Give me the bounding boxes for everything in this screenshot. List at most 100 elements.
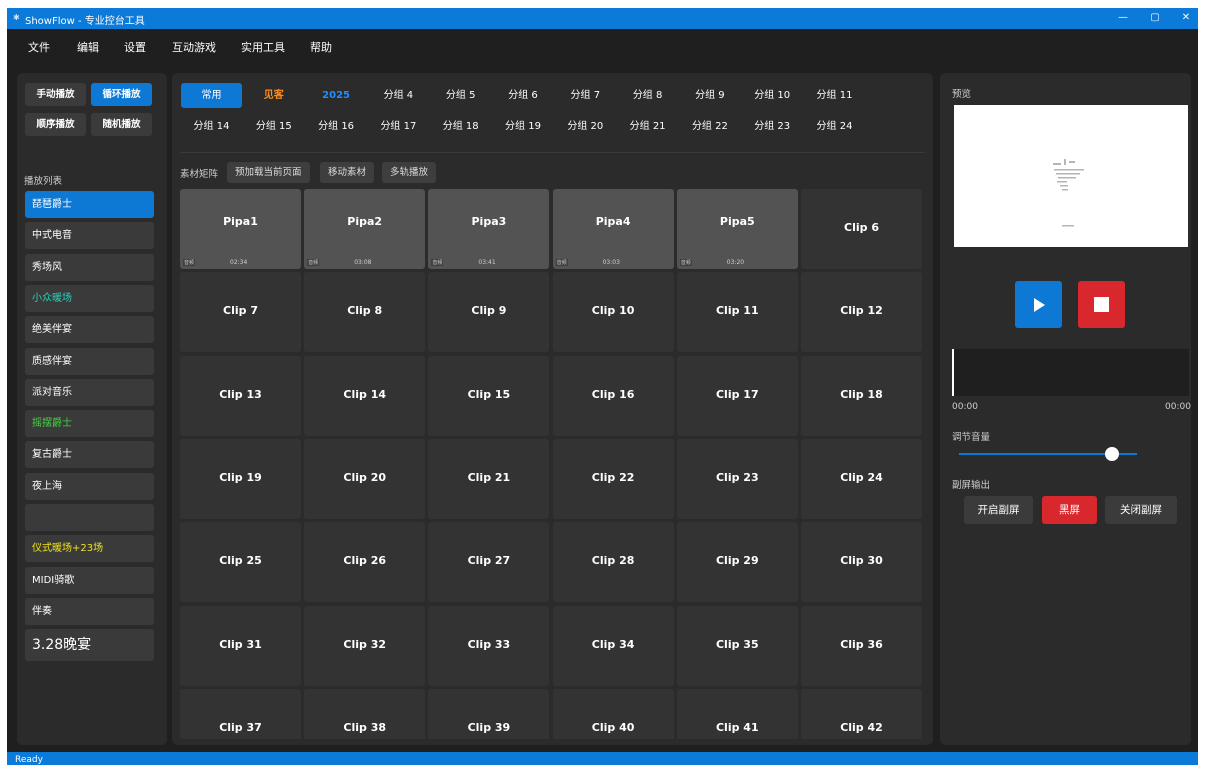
playlist-item[interactable] xyxy=(25,504,154,531)
clip-cell[interactable]: Clip 34 xyxy=(552,605,674,686)
group-tab[interactable]: 分组 18 xyxy=(430,114,492,139)
clip-cell[interactable]: Clip 33 xyxy=(428,605,550,686)
maximize-button[interactable]: ▢ xyxy=(1144,10,1166,26)
stop-button[interactable] xyxy=(1078,281,1125,328)
clip-cell[interactable]: Clip 17 xyxy=(676,355,798,436)
clip-cell[interactable]: Clip 27 xyxy=(428,522,550,603)
open-subscreen-button[interactable]: 开启副屏 xyxy=(964,496,1033,524)
group-tab[interactable]: 分组 10 xyxy=(741,83,803,108)
volume-slider-thumb[interactable] xyxy=(1105,447,1120,461)
clip-cell[interactable]: Clip 26 xyxy=(304,522,426,603)
clip-cell[interactable]: Clip 42 xyxy=(801,688,922,739)
clip-cell[interactable]: Clip 9 xyxy=(428,272,550,353)
group-tab[interactable]: 常用 xyxy=(181,83,242,108)
clip-cell[interactable]: Clip 29 xyxy=(676,522,798,603)
loop-play-button[interactable]: 循环播放 xyxy=(91,83,152,106)
clip-cell[interactable]: Clip 31 xyxy=(180,605,301,686)
close-button[interactable]: ✕ xyxy=(1175,10,1197,26)
random-play-button[interactable]: 随机播放 xyxy=(91,113,152,136)
menu-file[interactable]: 文件 xyxy=(28,39,50,55)
clip-cell[interactable]: Clip 20 xyxy=(304,438,426,519)
clip-cell[interactable]: Pipa2 音频 03:08 xyxy=(304,189,426,269)
clip-cell[interactable]: Clip 22 xyxy=(552,438,674,519)
group-tab[interactable]: 分组 15 xyxy=(243,114,305,139)
group-tab[interactable]: 分组 6 xyxy=(492,83,554,108)
group-tab[interactable]: 分组 24 xyxy=(804,114,865,139)
clip-cell[interactable]: Clip 13 xyxy=(180,355,301,436)
playlist-item[interactable]: 中式电音 xyxy=(25,222,154,250)
group-tab[interactable]: 分组 8 xyxy=(617,83,679,108)
black-screen-button[interactable]: 黑屏 xyxy=(1042,496,1097,524)
clip-cell[interactable]: Clip 18 xyxy=(801,355,922,436)
sequential-play-button[interactable]: 顺序播放 xyxy=(25,113,86,136)
clip-cell[interactable]: Clip 21 xyxy=(428,438,550,519)
clip-cell[interactable]: Pipa5 音频 03:20 xyxy=(676,189,798,269)
clip-cell[interactable]: Clip 40 xyxy=(552,688,674,739)
menu-interactive-games[interactable]: 互动游戏 xyxy=(172,39,216,55)
clip-cell[interactable]: Clip 25 xyxy=(180,522,301,603)
clip-cell[interactable]: Clip 24 xyxy=(801,438,922,519)
group-tab[interactable]: 分组 14 xyxy=(181,114,242,139)
playlist-item[interactable]: 3.28晚宴 xyxy=(25,629,154,662)
clip-cell[interactable]: Clip 8 xyxy=(304,272,426,353)
preload-page-button[interactable]: 预加载当前页面 xyxy=(227,162,310,183)
playlist-item[interactable]: 夜上海 xyxy=(25,472,154,500)
group-tab[interactable]: 分组 17 xyxy=(367,114,429,139)
clip-cell[interactable]: Clip 37 xyxy=(180,688,301,739)
clip-cell[interactable]: Pipa1 音频 02:34 xyxy=(180,189,301,269)
playlist-item[interactable]: 绝美伴宴 xyxy=(25,316,154,344)
playlist-item[interactable]: MIDI骑歌 xyxy=(25,566,154,594)
group-tab[interactable]: 分组 22 xyxy=(679,114,741,139)
playlist-item[interactable]: 伴奏 xyxy=(25,597,154,625)
group-tab[interactable]: 分组 23 xyxy=(741,114,803,139)
clip-cell[interactable]: Clip 23 xyxy=(676,438,798,519)
group-tab[interactable]: 分组 4 xyxy=(367,83,429,108)
clip-cell[interactable]: Clip 7 xyxy=(180,272,301,353)
clip-cell[interactable]: Clip 41 xyxy=(676,688,798,739)
minimize-button[interactable]: — xyxy=(1112,10,1134,26)
menu-utilities[interactable]: 实用工具 xyxy=(241,39,285,55)
clip-cell[interactable]: Clip 38 xyxy=(304,688,426,739)
manual-play-button[interactable]: 手动播放 xyxy=(25,83,86,106)
group-tab[interactable]: 见客 xyxy=(243,83,305,108)
playhead[interactable] xyxy=(952,349,954,396)
volume-slider[interactable] xyxy=(959,447,1137,461)
move-clip-button[interactable]: 移动素材 xyxy=(320,162,375,183)
playlist-item[interactable]: 琵琶爵士 xyxy=(25,191,154,218)
clip-cell[interactable]: Clip 30 xyxy=(801,522,922,603)
clip-cell[interactable]: Clip 39 xyxy=(428,688,550,739)
clip-cell[interactable]: Clip 12 xyxy=(801,272,922,353)
clip-cell[interactable]: Clip 36 xyxy=(801,605,922,686)
clip-cell[interactable]: Clip 35 xyxy=(676,605,798,686)
clip-cell[interactable]: Clip 6 xyxy=(801,189,922,269)
playlist-item[interactable]: 质感伴宴 xyxy=(25,347,154,375)
play-button[interactable] xyxy=(1015,281,1062,328)
playlist-item[interactable]: 复古爵士 xyxy=(25,441,154,469)
clip-cell[interactable]: Clip 16 xyxy=(552,355,674,436)
menu-edit[interactable]: 编辑 xyxy=(77,39,99,55)
menu-settings[interactable]: 设置 xyxy=(124,39,146,55)
playlist-item[interactable]: 秀场风 xyxy=(25,253,154,281)
clip-cell[interactable]: Clip 15 xyxy=(428,355,550,436)
group-tab[interactable]: 分组 19 xyxy=(492,114,554,139)
group-tab[interactable]: 分组 7 xyxy=(554,83,616,108)
multitrack-button[interactable]: 多轨播放 xyxy=(382,162,437,183)
clip-cell[interactable]: Clip 19 xyxy=(180,438,301,519)
playlist-item[interactable]: 仪式暖场+23场 xyxy=(25,535,154,563)
group-tab[interactable]: 分组 9 xyxy=(679,83,741,108)
group-tab[interactable]: 分组 16 xyxy=(305,114,367,139)
clip-cell[interactable]: Clip 10 xyxy=(552,272,674,353)
playlist-item[interactable]: 派对音乐 xyxy=(25,378,154,406)
group-tab[interactable]: 分组 20 xyxy=(554,114,616,139)
clip-cell[interactable]: Pipa3 音频 03:41 xyxy=(428,189,550,269)
playlist-item[interactable]: 小众暖场 xyxy=(25,284,154,312)
clip-cell[interactable]: Pipa4 音频 03:03 xyxy=(552,189,674,269)
playlist-item[interactable]: 摇摆爵士 xyxy=(25,410,154,438)
group-tab[interactable]: 分组 11 xyxy=(804,83,865,108)
group-tab[interactable]: 2025 xyxy=(305,83,367,108)
group-tab[interactable]: 分组 21 xyxy=(617,114,679,139)
clip-cell[interactable]: Clip 28 xyxy=(552,522,674,603)
close-subscreen-button[interactable]: 关闭副屏 xyxy=(1105,496,1177,524)
clip-cell[interactable]: Clip 32 xyxy=(304,605,426,686)
menu-help[interactable]: 帮助 xyxy=(310,39,332,55)
